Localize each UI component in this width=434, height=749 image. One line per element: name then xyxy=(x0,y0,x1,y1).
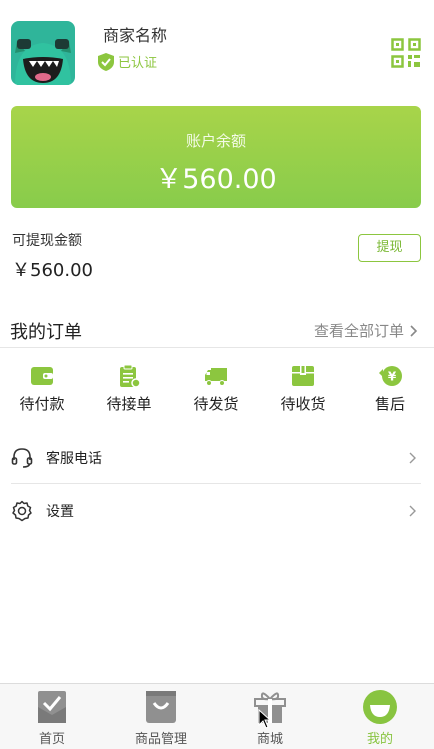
tab-label: 首页 xyxy=(38,732,65,747)
tab-label: 我的 xyxy=(366,732,393,747)
smile-face-icon xyxy=(363,690,397,724)
withdraw-button[interactable]: 提现 xyxy=(358,234,421,262)
bottom-tab-bar: 首页 商品管理 商城 我的 xyxy=(0,683,434,749)
clipboard-icon xyxy=(120,364,141,388)
order-status-label: 待付款 xyxy=(19,395,65,413)
tab-mine[interactable]: 我的 xyxy=(335,684,425,749)
menu-item-customer-service[interactable]: 客服电话 xyxy=(11,443,421,473)
order-status-label: 待接单 xyxy=(106,395,152,413)
profile-header: 商家名称 已认证 xyxy=(0,0,434,100)
order-status-label: 待发货 xyxy=(193,395,239,413)
order-status-pending-shipment[interactable]: 待发货 xyxy=(181,364,251,414)
shop-name: 商家名称 xyxy=(103,26,168,45)
order-status-after-sales[interactable]: ¥ 售后 xyxy=(355,364,425,414)
truck-icon xyxy=(205,368,227,386)
divider xyxy=(0,347,434,348)
certified-badge: 已认证 xyxy=(98,52,157,71)
chevron-right-icon xyxy=(410,324,418,337)
divider xyxy=(11,483,421,484)
order-status-label: 待收货 xyxy=(280,395,326,413)
tab-home[interactable]: 首页 xyxy=(7,684,97,749)
menu-item-label: 设置 xyxy=(46,504,74,520)
order-status-pending-accept[interactable]: 待接单 xyxy=(94,364,164,414)
avatar[interactable] xyxy=(11,21,75,85)
withdrawable-amount: ￥560.00 xyxy=(12,260,93,281)
mouse-cursor-icon xyxy=(258,709,272,729)
order-status-pending-receipt[interactable]: 待收货 xyxy=(268,364,338,414)
tab-product-management[interactable]: 商品管理 xyxy=(116,684,206,749)
qr-code-icon xyxy=(391,38,421,68)
chevron-right-icon xyxy=(409,452,416,464)
headset-icon xyxy=(11,448,33,468)
view-all-orders-link[interactable]: 查看全部订单 xyxy=(314,320,418,341)
orders-title: 我的订单 xyxy=(10,322,82,343)
menu-item-settings[interactable]: 设置 xyxy=(11,496,421,526)
view-all-orders-label: 查看全部订单 xyxy=(313,322,404,340)
shopping-bag-icon xyxy=(146,691,176,723)
balance-amount: ￥560.00 xyxy=(155,164,277,195)
tab-label: 商品管理 xyxy=(134,732,187,747)
svg-text:¥: ¥ xyxy=(388,370,397,384)
certified-label: 已认证 xyxy=(118,56,158,71)
chevron-right-icon xyxy=(409,505,416,517)
order-status-pending-payment[interactable]: 待付款 xyxy=(7,364,77,414)
tab-label: 商城 xyxy=(256,732,283,747)
balance-label: 账户余额 xyxy=(185,132,246,150)
shield-check-icon xyxy=(98,52,114,71)
home-check-icon xyxy=(38,691,66,723)
balance-card[interactable]: 账户余额 ￥560.00 xyxy=(11,106,421,208)
yen-refund-icon: ¥ xyxy=(379,366,402,386)
gear-icon xyxy=(12,500,32,522)
monster-avatar-icon xyxy=(11,21,75,85)
wallet-icon xyxy=(31,367,53,385)
qr-code-button[interactable] xyxy=(391,38,421,68)
menu-item-label: 客服电话 xyxy=(46,451,102,467)
order-status-label: 售后 xyxy=(374,395,405,413)
withdrawable-label: 可提现金额 xyxy=(12,233,82,249)
package-icon xyxy=(292,366,314,386)
